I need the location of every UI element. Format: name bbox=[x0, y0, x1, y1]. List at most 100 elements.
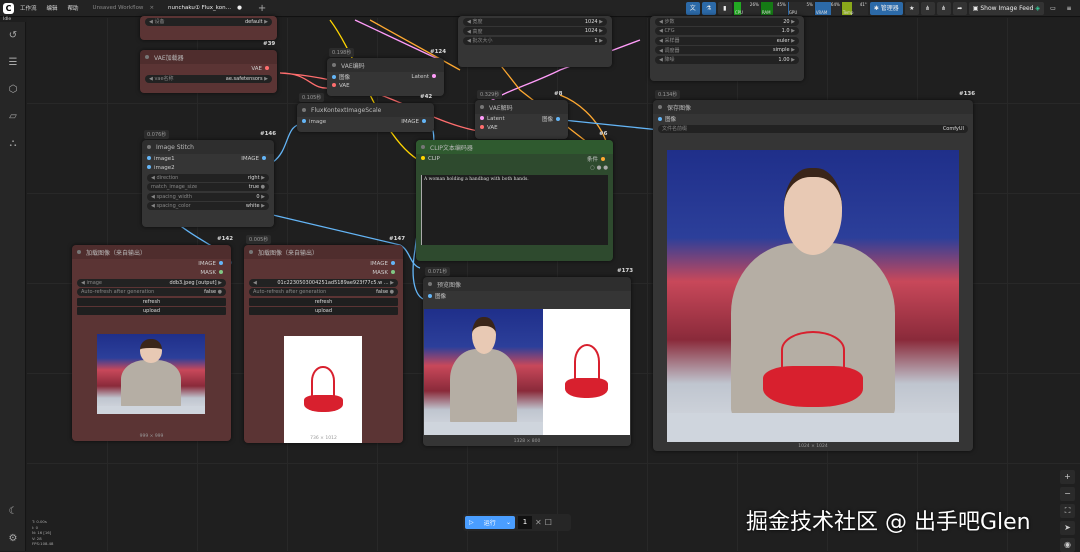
arrow-right-icon[interactable]: ▶ bbox=[598, 28, 603, 34]
comfyui-logo[interactable]: C bbox=[3, 2, 14, 14]
output-slot[interactable]: IMAGE bbox=[198, 260, 226, 267]
chevron-down-icon[interactable]: ⌄ bbox=[506, 519, 511, 526]
upload-button[interactable]: upload bbox=[77, 307, 226, 315]
node-title-bar[interactable]: VAE解码 bbox=[475, 100, 568, 114]
output-slot[interactable]: 图像 bbox=[542, 115, 563, 123]
widget-combo[interactable]: ◀ 设备 default ▶ bbox=[145, 17, 272, 26]
output-slot[interactable]: 条件 bbox=[587, 155, 608, 163]
zoom-out-icon[interactable]: − bbox=[1060, 487, 1075, 501]
widget-combo[interactable]: ◀ 调度器 simple ▶ bbox=[655, 46, 799, 54]
widget-toggle[interactable]: match_image_size true ● bbox=[147, 183, 269, 191]
folder-icon[interactable]: ▱ bbox=[0, 103, 26, 130]
node-image-preview[interactable] bbox=[667, 150, 959, 442]
widget-combo[interactable]: ◀ direction right ▶ bbox=[147, 173, 269, 182]
node-preview[interactable]: 预览图像 图像 1328 × 800 bbox=[423, 277, 631, 446]
output-slot[interactable]: IMAGE bbox=[401, 118, 429, 125]
arrow-right-icon[interactable]: ▶ bbox=[263, 19, 268, 25]
queue-list-icon[interactable]: ☰ bbox=[0, 49, 26, 76]
widget-toggle[interactable]: Auto-refresh after generation false ● bbox=[77, 288, 226, 296]
output-slot[interactable]: VAE bbox=[251, 65, 272, 72]
node-title-bar[interactable]: Image Stitch bbox=[142, 140, 274, 154]
refresh-button[interactable]: refresh bbox=[249, 297, 398, 306]
node-title-bar[interactable]: VAE加载器 bbox=[140, 50, 277, 64]
arrow-right-icon[interactable]: ▶ bbox=[217, 280, 222, 286]
tab-close-icon[interactable]: × bbox=[149, 5, 154, 11]
widget-combo[interactable]: ◀ 步数 20 ▶ bbox=[655, 17, 799, 26]
node-sampler[interactable]: ◀ 步数 20 ▶ ◀ CFG 1.0 ▶ ◀ 采样器 euler ▶ ◀ 调度器 simpl… bbox=[650, 16, 804, 81]
translate-icon[interactable]: 文 bbox=[685, 2, 700, 15]
node-title-bar[interactable]: 预览图像 bbox=[423, 277, 631, 291]
menu-edit[interactable]: 编辑 bbox=[47, 4, 58, 12]
history-icon[interactable]: ↺ bbox=[0, 22, 26, 49]
node-library-icon[interactable]: ⛬ bbox=[0, 130, 26, 157]
node-vaedec[interactable]: VAE解码 Latent 图像 VAE bbox=[475, 100, 568, 139]
arrow-right-icon[interactable]: ▶ bbox=[790, 28, 795, 34]
arrow-right-icon[interactable]: ▶ bbox=[790, 57, 795, 63]
arrow-right-icon[interactable]: ● bbox=[216, 289, 222, 295]
node-title-bar[interactable]: 保存图像 bbox=[653, 100, 973, 114]
input-slot[interactable]: CLIP bbox=[421, 155, 440, 162]
output-slot[interactable]: MASK bbox=[200, 269, 226, 276]
widget-combo[interactable]: ◀ spacing_color white ▶ bbox=[147, 202, 269, 210]
node-save[interactable]: 保存图像 图像 文件名前缀 ComfyUI 1024 × 1024 bbox=[653, 100, 973, 451]
arrow-right-icon[interactable]: ▶ bbox=[790, 38, 795, 44]
collapse-dot-icon[interactable] bbox=[147, 145, 151, 149]
show-image-feed-button[interactable]: ▣ Show Image Feed ◈ bbox=[968, 2, 1044, 15]
toggle-links-icon[interactable]: ◉ bbox=[1060, 538, 1075, 552]
theme-moon-icon[interactable]: ☾ bbox=[0, 498, 26, 525]
widget-combo[interactable]: ◀ CFG 1.0 ▶ bbox=[655, 27, 799, 35]
input-slot[interactable]: 图像 bbox=[332, 73, 350, 81]
widget-toggle[interactable]: Auto-refresh after generation false ● bbox=[249, 288, 398, 296]
node-title-bar[interactable]: FluxKontextImageScale bbox=[297, 103, 434, 117]
collapse-dot-icon[interactable] bbox=[145, 55, 149, 59]
arrow-right-icon[interactable]: ▶ bbox=[598, 38, 603, 44]
input-slot[interactable]: image2 bbox=[147, 164, 175, 171]
node-icon[interactable]: ⋔ bbox=[920, 2, 935, 15]
menu-help[interactable]: 帮助 bbox=[68, 4, 79, 12]
model-cube-icon[interactable]: ⬡ bbox=[0, 76, 26, 103]
prompt-textarea[interactable]: A woman holding a handbag with both hand… bbox=[421, 175, 608, 245]
node-title-bar[interactable]: 加载图像（来自输出） bbox=[244, 245, 403, 259]
arrow-right-icon[interactable]: ▶ bbox=[260, 203, 265, 209]
arrow-right-icon[interactable]: ▶ bbox=[260, 175, 265, 181]
input-slot[interactable]: image bbox=[302, 118, 326, 125]
tab-nunchaku-flux[interactable]: nunchaku① Flux_kon… ● bbox=[164, 5, 246, 11]
arrow-right-icon[interactable]: ▶ bbox=[790, 47, 795, 53]
arrow-right-icon[interactable]: ▶ bbox=[260, 194, 265, 200]
node-image-preview[interactable] bbox=[97, 334, 205, 414]
output-slot[interactable]: IMAGE bbox=[241, 155, 269, 162]
node-clip[interactable]: CLIP文本编码器 CLIP 条件 ○ ● ● A woman holding a ha… bbox=[416, 140, 613, 261]
input-slot[interactable]: image1 bbox=[147, 155, 175, 162]
zoom-in-icon[interactable]: + bbox=[1060, 470, 1075, 484]
widget-combo[interactable]: ◀ 批次大小 1 ▶ bbox=[463, 36, 607, 45]
run-button[interactable]: ▷ 运行 ⌄ bbox=[465, 516, 515, 529]
node-title-bar[interactable]: VAE编码 bbox=[327, 58, 444, 72]
batch-count-input[interactable]: 1 bbox=[518, 516, 532, 529]
collapse-dot-icon[interactable] bbox=[480, 105, 484, 109]
hamburger-menu-icon[interactable]: ≡ bbox=[1062, 2, 1076, 15]
collapse-dot-icon[interactable] bbox=[428, 282, 432, 286]
stop-square-icon[interactable]: ☐ bbox=[545, 518, 552, 527]
arrow-right-icon[interactable]: ▶ bbox=[263, 76, 268, 82]
collapse-dot-icon[interactable] bbox=[302, 108, 306, 112]
node-latent[interactable]: ◀ 宽度 1024 ▶ ◀ 高度 1024 ▶ ◀ 批次大小 1 ▶ bbox=[458, 16, 612, 67]
arrow-left-icon[interactable]: ◀ bbox=[253, 280, 257, 286]
widget-combo[interactable]: ◀ 高度 1024 ▶ bbox=[463, 27, 607, 35]
arrow-right-icon[interactable]: ▶ bbox=[790, 19, 795, 25]
unsaved-dot-icon[interactable]: ● bbox=[237, 5, 242, 11]
output-slot[interactable]: Latent bbox=[411, 73, 439, 80]
output-slot[interactable]: IMAGE bbox=[370, 260, 398, 267]
input-slot[interactable]: VAE bbox=[332, 82, 350, 89]
arrow-right-icon[interactable]: ▶ bbox=[389, 280, 394, 286]
widget-combo[interactable]: ◀ 采样器 euler ▶ bbox=[655, 36, 799, 45]
node-title-bar[interactable]: CLIP文本编码器 bbox=[416, 140, 613, 154]
cancel-icon[interactable]: ✕ bbox=[535, 518, 542, 527]
node-scale[interactable]: FluxKontextImageScale image IMAGE bbox=[297, 103, 434, 132]
input-slot[interactable]: 图像 bbox=[428, 292, 446, 300]
node-title-bar[interactable]: 加载图像（来自输出） bbox=[72, 245, 231, 259]
collapse-dot-icon[interactable] bbox=[421, 145, 425, 149]
arrow-right-icon[interactable]: ▶ bbox=[598, 19, 603, 25]
widget-combo[interactable]: ◀ 宽度 1024 ▶ bbox=[463, 17, 607, 26]
collapse-dot-icon[interactable] bbox=[77, 250, 81, 254]
bookmark-flask-icon[interactable]: ⚗ bbox=[701, 2, 716, 15]
